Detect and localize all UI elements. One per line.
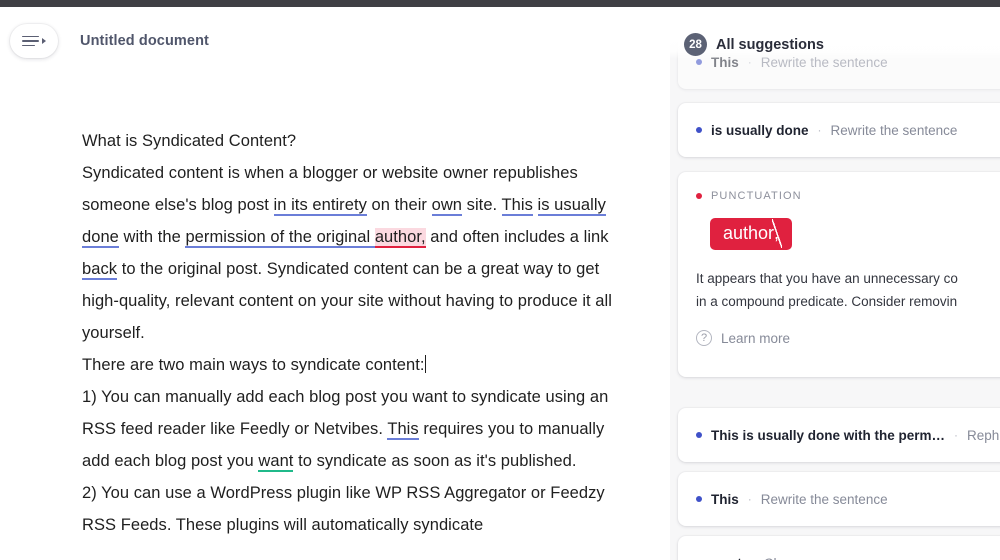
text-run: on their	[367, 196, 432, 214]
suggestion-text: This	[711, 492, 739, 507]
suggestion-explanation-line-1: It appears that you have an unnecessary …	[696, 268, 1000, 289]
suggestion-action: Reph	[967, 428, 999, 443]
suggestion-underline-back[interactable]: back	[82, 260, 117, 280]
document-paragraph-3: 1) You can manually add each blog post y…	[82, 381, 627, 477]
suggestion-card[interactable]: is usually done · Rewrite the sentence	[678, 103, 1000, 157]
document-header: Untitled document	[0, 15, 670, 67]
document-paragraph-1: Syndicated content is when a blogger or …	[82, 157, 627, 349]
chip-struck-char: ,	[774, 223, 779, 244]
document-heading: What is Syndicated Content?	[82, 125, 627, 157]
separator-dot: ·	[748, 492, 752, 506]
document-title: Untitled document	[80, 33, 209, 49]
chip-word: author	[723, 223, 774, 243]
suggestion-card-list: This · Rewrite the sentence is usually d…	[670, 7, 1000, 560]
suggestion-highlight-author[interactable]: author,	[375, 228, 426, 248]
suggestion-type-dot-icon	[696, 193, 702, 199]
text-run: and often includes a link	[426, 228, 609, 246]
suggestion-underline-permission[interactable]: permission of the original	[185, 228, 374, 248]
suggestion-type-dot-icon	[696, 127, 702, 133]
document-body[interactable]: What is Syndicated Content? Syndicated c…	[82, 125, 627, 541]
suggestion-type-dot-icon	[696, 432, 702, 438]
suggestion-text: is usually done	[711, 123, 809, 138]
suggestion-category-row: PUNCTUATION	[696, 190, 1000, 202]
app-root: Untitled document What is Syndicated Con…	[0, 0, 1000, 560]
text-cursor	[425, 355, 427, 373]
learn-more-link[interactable]: ? Learn more	[696, 330, 1000, 346]
chevron-right-icon	[42, 38, 46, 44]
learn-more-label: Learn more	[721, 331, 790, 346]
suggestion-card[interactable]: want · Choose a synonym	[678, 536, 1000, 560]
hamburger-menu-icon	[22, 36, 39, 47]
text-run	[533, 196, 538, 214]
panel-header: 28 All suggestions	[684, 33, 824, 56]
window-topbar	[0, 0, 1000, 7]
question-mark-circle-icon: ?	[696, 330, 712, 346]
suggestion-type-dot-icon	[696, 496, 702, 502]
suggestion-type-dot-icon	[696, 59, 702, 65]
suggestion-underline-in-its-entirety[interactable]: in its entirety	[274, 196, 367, 216]
document-paragraph-4: 2) You can use a WordPress plugin like W…	[82, 477, 627, 541]
suggestion-card[interactable]: This · Rewrite the sentence	[678, 472, 1000, 526]
document-area: Untitled document What is Syndicated Con…	[0, 7, 670, 560]
separator-dot: ·	[954, 428, 958, 442]
suggestion-underline-want[interactable]: want	[258, 452, 293, 472]
suggestion-count-badge: 28	[684, 33, 707, 56]
text-run: to syndicate as soon as it's published.	[293, 452, 576, 470]
suggestion-category-label: PUNCTUATION	[711, 190, 802, 202]
suggestion-action: Choose a synonym	[764, 556, 880, 560]
hamburger-menu-button[interactable]	[10, 24, 58, 58]
suggestion-text: This is usually done with the perm…	[711, 428, 945, 443]
separator-dot: ·	[751, 556, 755, 560]
panel-title: All suggestions	[716, 37, 824, 53]
suggestion-underline-this-2[interactable]: This	[387, 420, 418, 440]
text-run: with the	[119, 228, 186, 246]
suggestion-underline-own[interactable]: own	[432, 196, 462, 216]
suggestion-action: Rewrite the sentence	[761, 492, 888, 507]
suggestion-card-expanded[interactable]: PUNCTUATION author, It appears that you …	[678, 172, 1000, 377]
text-run: to the original post. Syndicated content…	[82, 260, 612, 342]
suggestion-text: want	[711, 556, 742, 560]
suggestion-underline-this[interactable]: This	[502, 196, 533, 216]
suggestion-card[interactable]: This is usually done with the perm… · Re…	[678, 408, 1000, 462]
document-paragraph-2: There are two main ways to syndicate con…	[82, 349, 627, 381]
suggestion-action: Rewrite the sentence	[831, 123, 958, 138]
suggestion-explanation-line-2: in a compound predicate. Consider removi…	[696, 291, 1000, 312]
suggestion-replacement-chip[interactable]: author,	[710, 218, 792, 250]
separator-dot: ·	[818, 123, 822, 137]
suggestions-panel: This · Rewrite the sentence is usually d…	[670, 7, 1000, 560]
text-run: site.	[462, 196, 501, 214]
text-run: There are two main ways to syndicate con…	[82, 356, 425, 374]
